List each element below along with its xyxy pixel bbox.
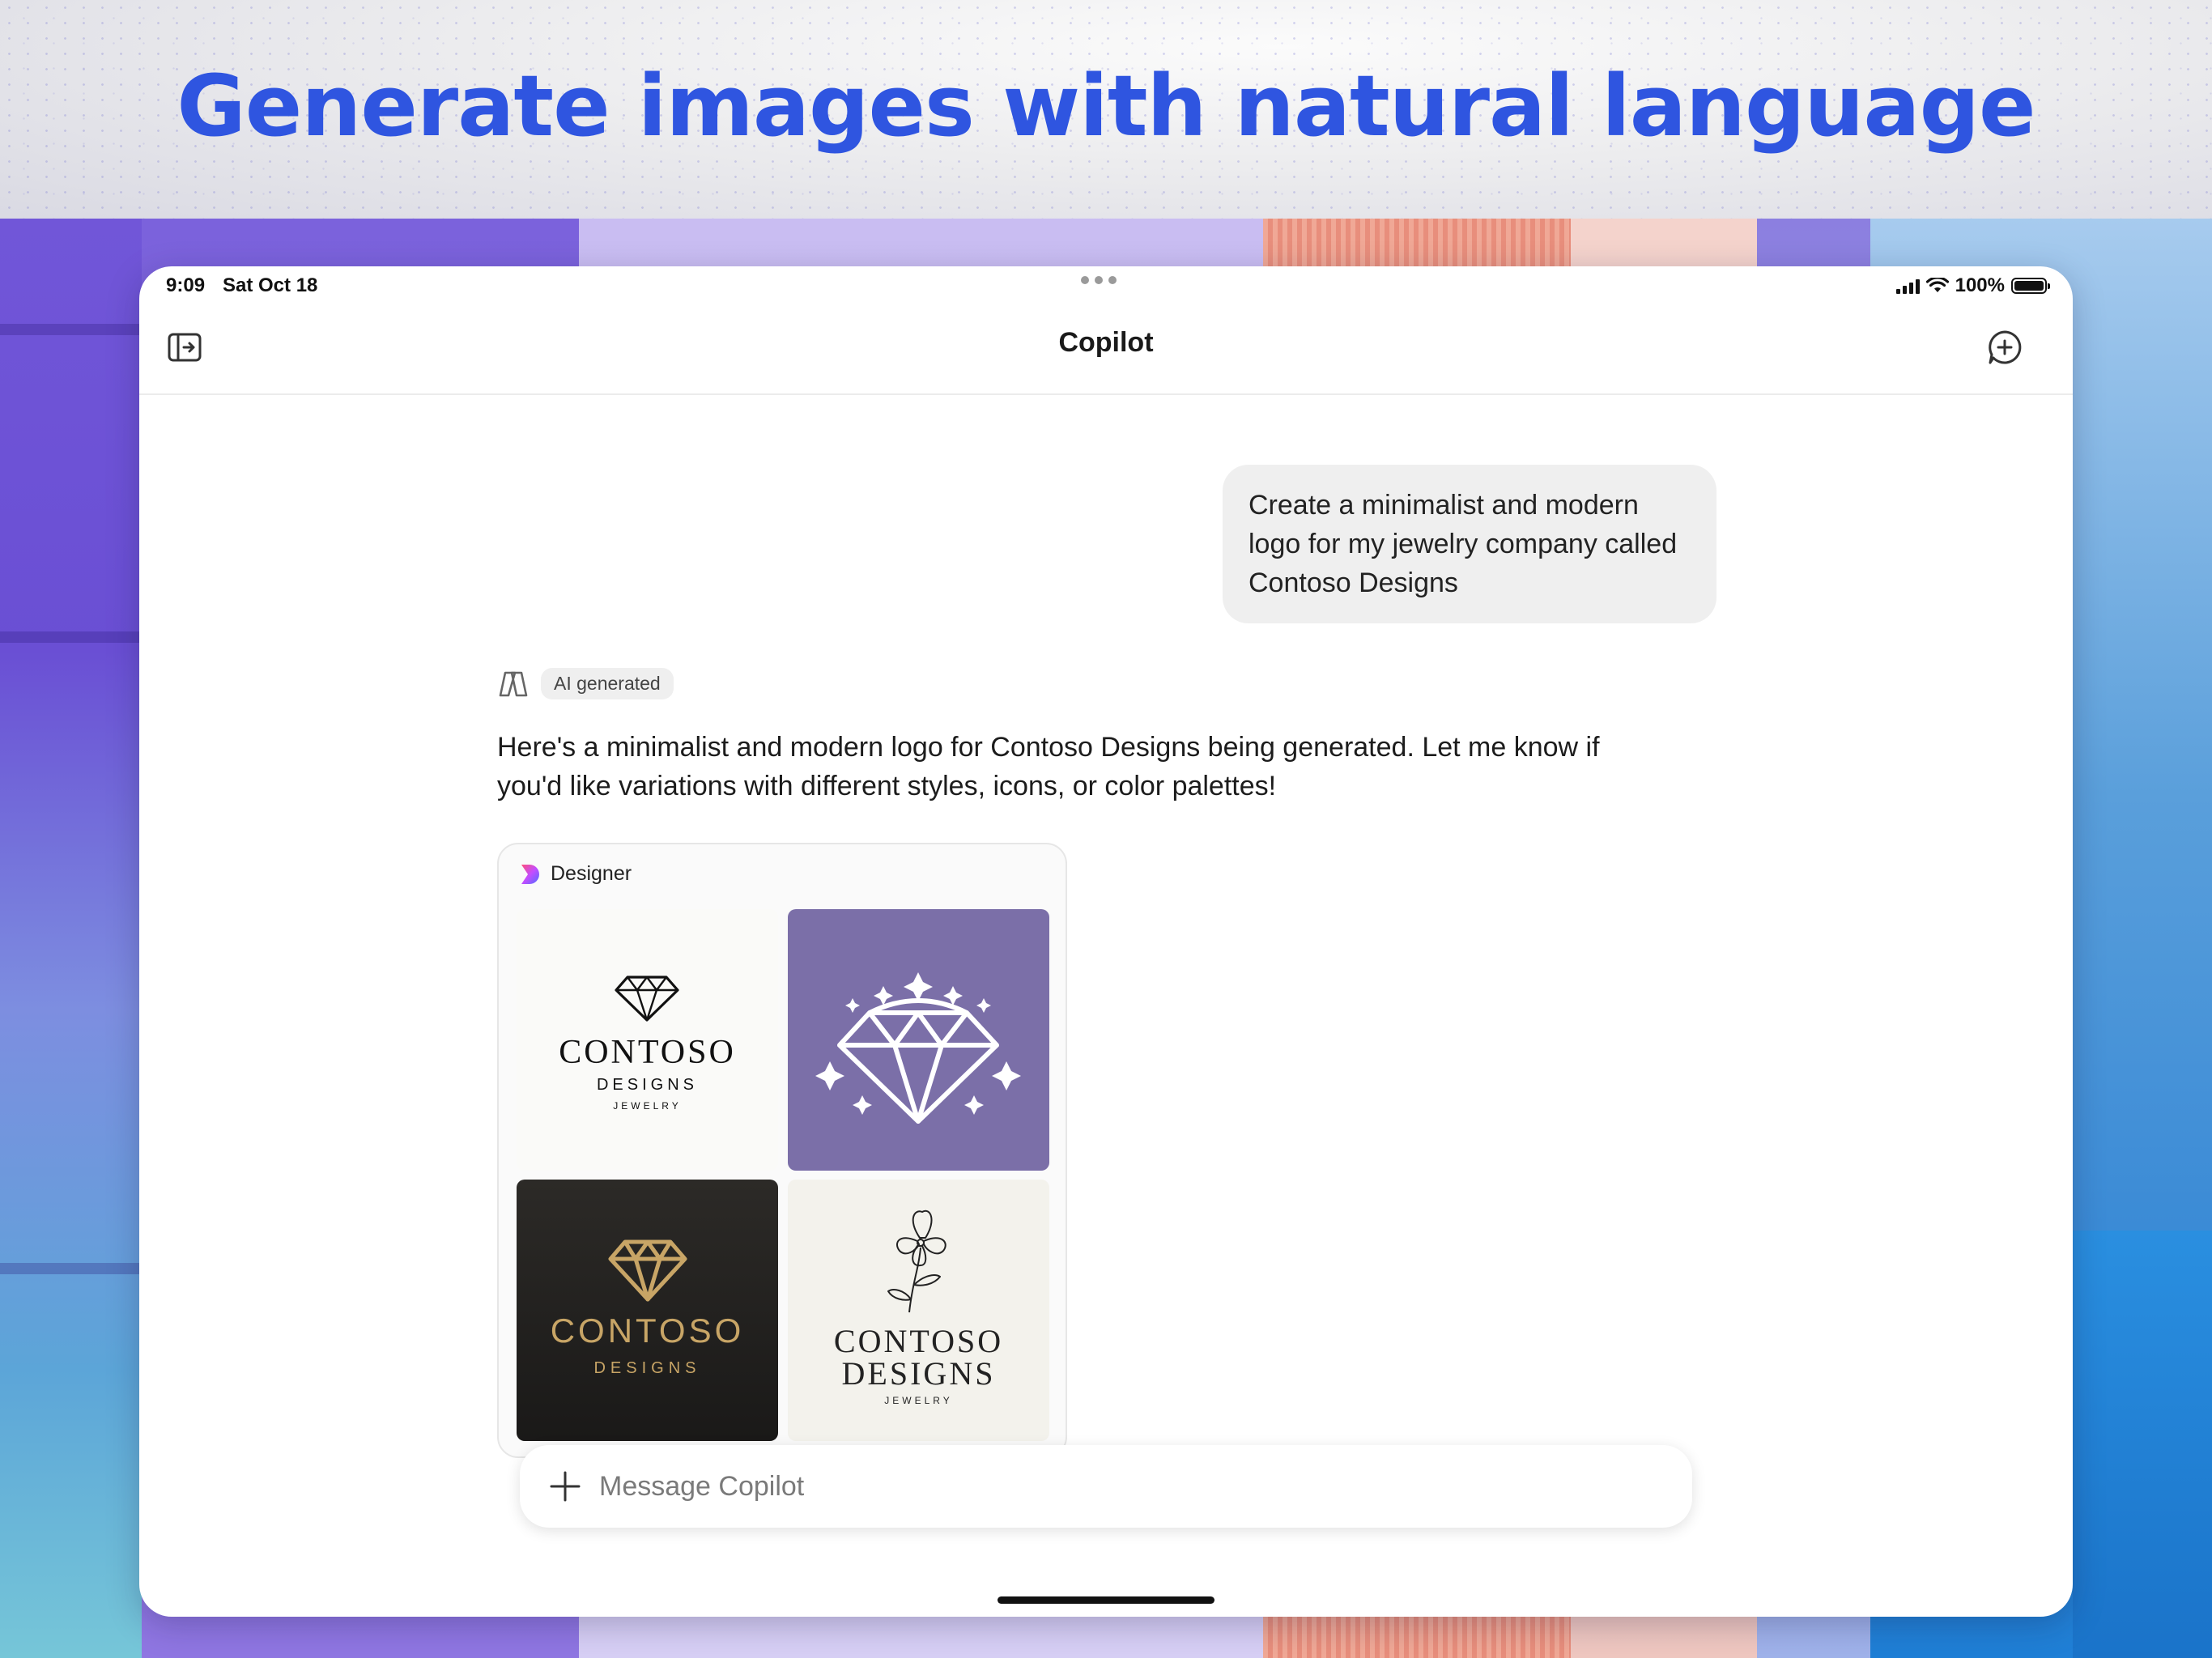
fabric-strip bbox=[2073, 1231, 2212, 1658]
add-attachment-button[interactable] bbox=[547, 1469, 583, 1504]
fabric-fold bbox=[0, 1263, 142, 1274]
fabric-strip bbox=[0, 219, 142, 1658]
message-input[interactable] bbox=[598, 1469, 1572, 1503]
multitasking-dots-icon[interactable] bbox=[1081, 276, 1117, 284]
new-chat-button[interactable] bbox=[1982, 325, 2027, 370]
copilot-icon bbox=[499, 671, 528, 696]
home-indicator[interactable] bbox=[998, 1596, 1214, 1604]
logo-wordmark: CONTOSO bbox=[559, 1034, 736, 1071]
plus-icon bbox=[550, 1471, 581, 1502]
diamond-sparkles-icon bbox=[815, 972, 1021, 1124]
generated-image-3[interactable]: CONTOSO DESIGNS bbox=[517, 1180, 778, 1441]
logo-subtitle: DESIGNS bbox=[593, 1359, 701, 1377]
ai-response-meta: AI generated bbox=[497, 668, 674, 699]
wifi-icon bbox=[1925, 278, 1949, 292]
fabric-fold bbox=[0, 324, 142, 335]
status-time: 9:09 bbox=[166, 274, 206, 296]
designer-logo-icon bbox=[521, 864, 539, 884]
nav-bar: Copilot bbox=[139, 307, 2073, 395]
logo-subtitle: DESIGNS bbox=[841, 1355, 996, 1392]
logo-tagline: JEWELRY bbox=[884, 1395, 953, 1406]
status-indicators: 100% bbox=[1895, 274, 2050, 297]
generated-image-4[interactable]: CONTOSO DESIGNS JEWELRY bbox=[788, 1180, 1049, 1441]
generated-image-1[interactable]: CONTOSO DESIGNS JEWELRY bbox=[517, 909, 778, 1171]
logo-tagline: JEWELRY bbox=[613, 1100, 682, 1112]
message-composer bbox=[520, 1445, 1692, 1528]
battery-percentage: 100% bbox=[1955, 274, 2005, 296]
user-message-bubble: Create a minimalist and modern logo for … bbox=[1223, 465, 1716, 623]
new-chat-icon bbox=[1989, 330, 2022, 364]
flower-icon bbox=[887, 1209, 946, 1313]
status-bar: 9:09 Sat Oct 18 100% bbox=[139, 266, 2073, 307]
promo-headline: Generate images with natural language bbox=[177, 57, 2035, 155]
cellular-signal-icon bbox=[1895, 278, 1920, 294]
fabric-fold bbox=[0, 631, 142, 643]
ai-generated-badge: AI generated bbox=[541, 668, 674, 699]
ai-message: Here's a minimalist and modern logo for … bbox=[497, 732, 1600, 801]
status-date: Sat Oct 18 bbox=[223, 274, 318, 296]
gold-diamond-icon bbox=[608, 1239, 687, 1302]
designer-label: Designer bbox=[551, 862, 632, 885]
battery-icon bbox=[2011, 278, 2050, 294]
page-title: Copilot bbox=[1058, 327, 1154, 358]
designer-header: Designer bbox=[520, 862, 632, 886]
diamond-outline-icon bbox=[615, 976, 679, 1022]
logo-subtitle: DESIGNS bbox=[596, 1076, 699, 1094]
logo-wordmark: CONTOSO bbox=[550, 1312, 745, 1350]
generated-image-2[interactable] bbox=[788, 909, 1049, 1171]
ipad-screen: 9:09 Sat Oct 18 100% Copilot Create a mi… bbox=[139, 266, 2073, 1617]
designer-card: Designer CONTOSO DESIGNS JEWELRY CONTOSO… bbox=[497, 843, 1067, 1458]
